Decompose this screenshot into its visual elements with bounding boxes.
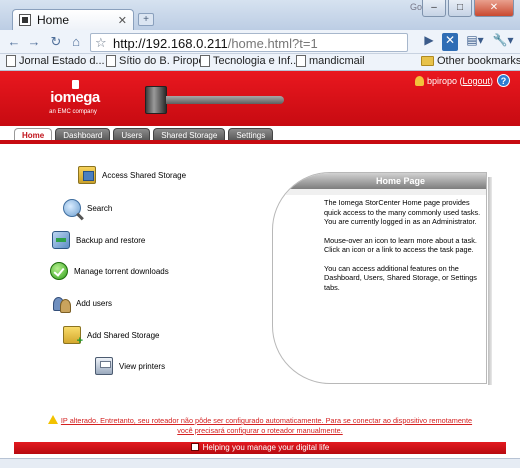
warning-link-line2[interactable]: você precisará configurar o roteador man… bbox=[177, 426, 342, 435]
bookmark-item[interactable]: Tecnologia e Inf... bbox=[200, 55, 299, 67]
storage-device-image bbox=[145, 86, 167, 114]
footer-icon bbox=[190, 443, 199, 451]
task-torrent-downloads[interactable]: Manage torrent downloads bbox=[50, 262, 169, 280]
home-info-panel: Home Page The Iomega StorCenter Home pag… bbox=[272, 172, 487, 384]
bookmark-item[interactable]: Jornal Estado d... bbox=[6, 55, 105, 67]
task-view-printers[interactable]: View printers bbox=[95, 357, 165, 375]
panel-paragraph: Mouse-over an icon to learn more about a… bbox=[324, 235, 477, 255]
browser-tab[interactable]: Home ✕ bbox=[12, 9, 134, 30]
users-icon bbox=[52, 294, 71, 313]
help-icon[interactable]: ? bbox=[497, 74, 510, 87]
page-header: iomega an EMC company bpiropo (Logout) ? bbox=[0, 71, 520, 126]
back-icon[interactable]: ← bbox=[6, 34, 22, 50]
other-bookmarks[interactable]: Other bookmarks bbox=[421, 55, 520, 67]
reload-icon[interactable]: ↻ bbox=[48, 34, 64, 50]
page-icon bbox=[296, 55, 306, 67]
maximize-button[interactable]: □ bbox=[448, 0, 472, 17]
footer-bar: Helping you manage your digital life bbox=[14, 442, 506, 454]
close-window-button[interactable]: ✕ bbox=[474, 0, 514, 17]
printer-icon bbox=[95, 357, 113, 375]
panel-body: The Iomega StorCenter Home page provides… bbox=[324, 198, 484, 301]
torrent-icon bbox=[50, 262, 68, 280]
task-search[interactable]: Search bbox=[63, 199, 112, 217]
warning-icon bbox=[47, 415, 58, 424]
bookmark-item[interactable]: mandicmail bbox=[296, 55, 365, 67]
shared-storage-icon bbox=[78, 166, 96, 184]
page-menu-icon[interactable]: ▤▾ bbox=[464, 33, 486, 51]
browser-titlebar: Home ✕ + Google – □ ✕ bbox=[0, 0, 520, 30]
folder-icon bbox=[421, 56, 434, 66]
add-shared-storage-icon bbox=[63, 326, 83, 347]
play-icon[interactable]: ▶ bbox=[422, 33, 436, 51]
router-warning: IP alterado. Entretanto, seu roteador nã… bbox=[8, 415, 512, 436]
task-add-users[interactable]: Add users bbox=[52, 294, 112, 313]
extension-icon[interactable]: ✕ bbox=[442, 33, 458, 51]
star-icon[interactable]: ☆ bbox=[95, 35, 107, 51]
panel-title: Home Page bbox=[273, 173, 486, 189]
task-access-shared-storage[interactable]: Access Shared Storage bbox=[78, 166, 186, 184]
iomega-logo: iomega an EMC company bbox=[49, 80, 100, 115]
bookmark-item[interactable]: Sítio do B. Piropo bbox=[106, 55, 205, 67]
browser-statusbar bbox=[0, 458, 520, 468]
user-area: bpiropo (Logout) ? bbox=[414, 74, 510, 87]
username: bpiropo bbox=[426, 75, 457, 86]
address-bar[interactable]: ☆ http://192.168.0.211/home.html?t=1 bbox=[90, 33, 408, 52]
panel-paragraph: You can access additional features on th… bbox=[324, 263, 477, 292]
task-add-shared-storage[interactable]: Add Shared Storage bbox=[63, 326, 160, 347]
page-icon bbox=[6, 55, 16, 67]
search-icon bbox=[63, 199, 81, 217]
new-tab-button[interactable]: + bbox=[138, 13, 154, 26]
bookmarks-bar: Jornal Estado d... Sítio do B. Piropo Te… bbox=[0, 54, 520, 71]
page-icon bbox=[200, 55, 210, 67]
window-controls: – □ ✕ bbox=[422, 0, 514, 17]
page-favicon-icon bbox=[19, 14, 31, 26]
tab-title: Home bbox=[37, 13, 70, 27]
capacity-bar bbox=[166, 96, 284, 104]
logout-link[interactable]: Logout bbox=[462, 76, 490, 86]
url-text: http://192.168.0.211/home.html?t=1 bbox=[113, 36, 318, 51]
backup-icon bbox=[52, 231, 70, 249]
warning-link-line1[interactable]: IP alterado. Entretanto, seu roteador nã… bbox=[61, 416, 472, 425]
user-icon bbox=[414, 75, 424, 86]
wrench-icon[interactable]: 🔧▾ bbox=[492, 33, 514, 51]
forward-icon[interactable]: → bbox=[26, 34, 42, 50]
tab-close-icon[interactable]: ✕ bbox=[118, 14, 127, 27]
home-icon[interactable]: ⌂ bbox=[68, 34, 84, 50]
page-icon bbox=[106, 55, 116, 67]
task-backup-restore[interactable]: Backup and restore bbox=[52, 231, 145, 249]
footer-text: Helping you manage your digital life bbox=[202, 443, 330, 452]
panel-paragraph: The Iomega StorCenter Home page provides… bbox=[324, 198, 481, 226]
main-content: Access Shared Storage Search Backup and … bbox=[0, 144, 520, 440]
browser-toolbar: ← → ↻ ⌂ ☆ http://192.168.0.211/home.html… bbox=[0, 30, 520, 54]
minimize-button[interactable]: – bbox=[422, 0, 446, 17]
